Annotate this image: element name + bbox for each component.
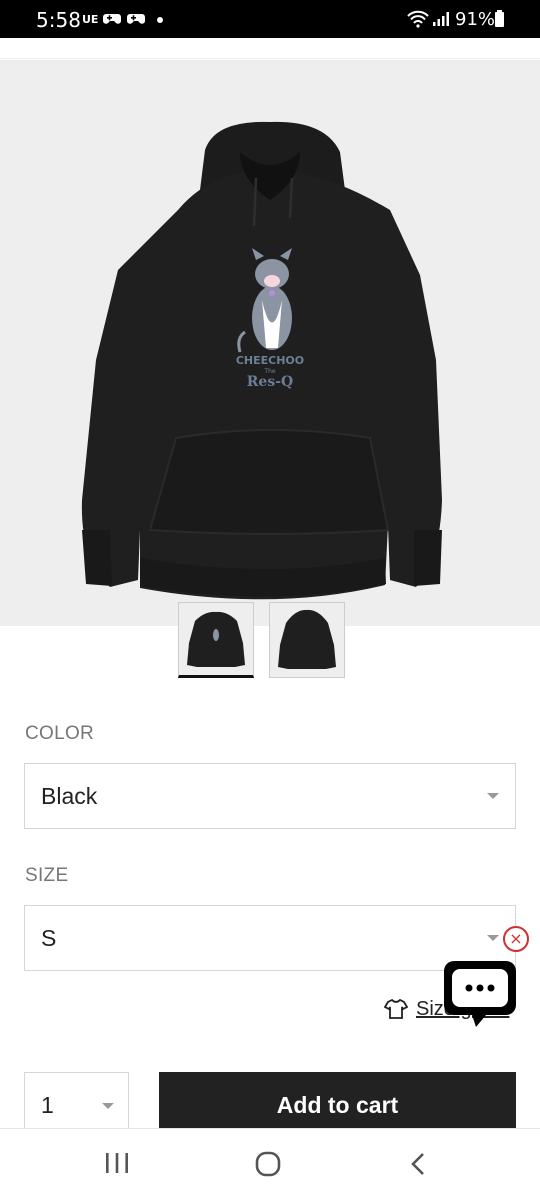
- recent-apps-icon[interactable]: [104, 1151, 130, 1175]
- status-carrier: UE: [82, 13, 99, 26]
- game-controller-icon: [103, 14, 121, 24]
- back-icon[interactable]: [407, 1151, 429, 1177]
- header-strip: [0, 38, 540, 59]
- chevron-down-icon: [487, 935, 499, 941]
- signal-icon: [433, 12, 449, 26]
- hoodie-illustration: CHEECHOO The Res-Q: [81, 121, 442, 600]
- thumbnail-back-image: [278, 609, 336, 669]
- wifi-icon: [407, 10, 429, 28]
- color-select-value: Black: [41, 782, 98, 809]
- chat-bubble-icon[interactable]: [442, 955, 518, 1031]
- game-controller-icon: [127, 14, 145, 24]
- quantity-value: 1: [41, 1091, 54, 1118]
- home-icon[interactable]: [254, 1151, 282, 1177]
- thumbnail-front[interactable]: [178, 602, 254, 678]
- battery-icon: [495, 10, 504, 27]
- status-bar: 5:58 UE 91%: [0, 0, 540, 38]
- color-label: COLOR: [25, 723, 95, 744]
- print-title: CHEECHOO: [236, 354, 304, 367]
- status-time: 5:58: [36, 8, 81, 32]
- chevron-down-icon: [487, 793, 499, 799]
- chevron-down-icon: [102, 1103, 114, 1109]
- print-subtitle: Res-Q: [247, 374, 293, 390]
- close-icon[interactable]: ×: [503, 926, 529, 952]
- battery-percent: 91%: [455, 9, 496, 30]
- thumbnail-back[interactable]: [269, 602, 345, 678]
- size-label: SIZE: [25, 865, 69, 886]
- thumbnail-front-image: [187, 611, 245, 667]
- size-select-value: S: [41, 924, 57, 951]
- product-image[interactable]: CHEECHOO The Res-Q: [0, 60, 540, 626]
- color-select[interactable]: Black: [24, 763, 516, 829]
- notification-dot: [157, 17, 163, 23]
- system-nav-bar: [0, 1128, 540, 1201]
- tshirt-icon: [384, 998, 408, 1019]
